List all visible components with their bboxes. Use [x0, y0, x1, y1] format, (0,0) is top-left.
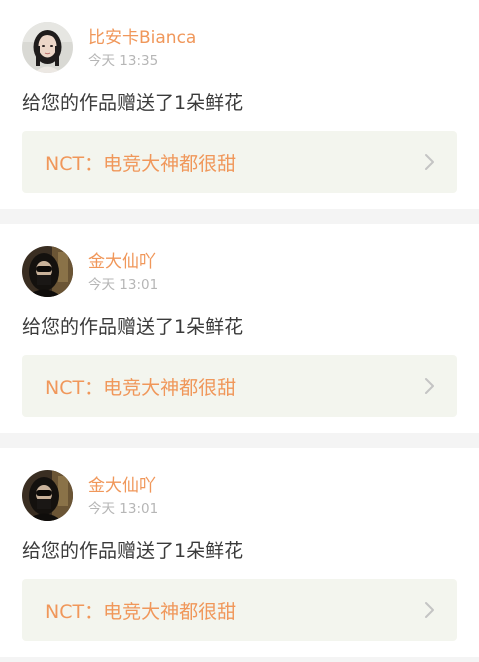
- avatar[interactable]: [22, 470, 73, 521]
- timestamp: 今天 13:01: [88, 277, 159, 293]
- work-link-card[interactable]: NCT：电竞大神都很甜: [22, 131, 457, 193]
- chevron-right-icon: [423, 377, 435, 395]
- work-title: NCT：电竞大神都很甜: [45, 152, 237, 175]
- chevron-right-icon: [423, 153, 435, 171]
- card-divider: [0, 209, 479, 224]
- notification-message: 给您的作品赠送了1朵鲜花: [22, 316, 244, 338]
- card-divider: [0, 657, 479, 662]
- work-link-card[interactable]: NCT：电竞大神都很甜: [22, 355, 457, 417]
- avatar-woman-dark-hair-icon: [22, 22, 73, 73]
- username[interactable]: 金大仙吖: [88, 475, 156, 497]
- chevron-right-icon: [423, 601, 435, 619]
- work-link-card[interactable]: NCT：电竞大神都很甜: [22, 579, 457, 641]
- timestamp: 今天 13:01: [88, 501, 159, 517]
- avatar[interactable]: [22, 246, 73, 297]
- notification-card: 金大仙吖 今天 13:01 给您的作品赠送了1朵鲜花 NCT：电竞大神都很甜: [0, 448, 479, 657]
- notification-feed: 比安卡Bianca 今天 13:35 给您的作品赠送了1朵鲜花 NCT：电竞大神…: [0, 0, 479, 662]
- notification-message: 给您的作品赠送了1朵鲜花: [22, 92, 244, 114]
- avatar-dark-photo-icon: [22, 470, 73, 521]
- username[interactable]: 金大仙吖: [88, 251, 156, 273]
- timestamp: 今天 13:35: [88, 53, 159, 69]
- notification-message: 给您的作品赠送了1朵鲜花: [22, 540, 244, 562]
- username[interactable]: 比安卡Bianca: [88, 27, 196, 49]
- avatar-dark-photo-icon: [22, 246, 73, 297]
- work-title: NCT：电竞大神都很甜: [45, 600, 237, 623]
- notification-card: 金大仙吖 今天 13:01 给您的作品赠送了1朵鲜花 NCT：电竞大神都很甜: [0, 224, 479, 433]
- card-divider: [0, 433, 479, 448]
- avatar[interactable]: [22, 22, 73, 73]
- notification-card: 比安卡Bianca 今天 13:35 给您的作品赠送了1朵鲜花 NCT：电竞大神…: [0, 0, 479, 209]
- work-title: NCT：电竞大神都很甜: [45, 376, 237, 399]
